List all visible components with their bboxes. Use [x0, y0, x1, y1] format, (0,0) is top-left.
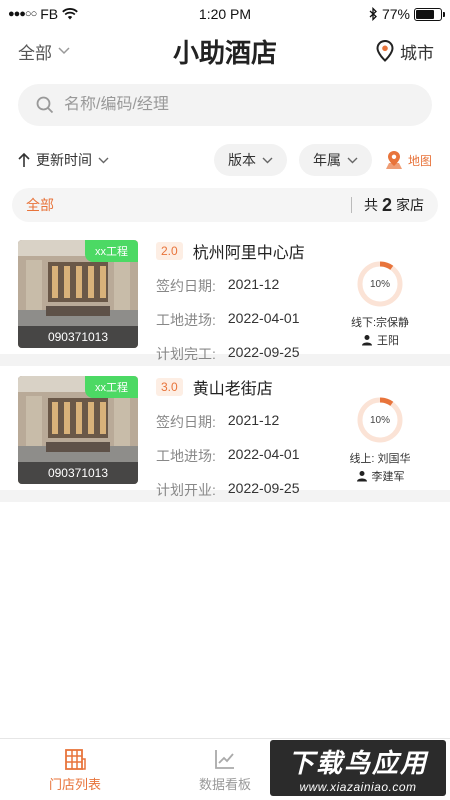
- city-button[interactable]: 城市: [376, 39, 434, 64]
- store-total: 共 2 家店: [350, 194, 424, 216]
- battery-icon: [414, 7, 445, 21]
- site-entry-date: 工地进场: 2022-04-01: [156, 310, 300, 328]
- contract-date: 签约日期: 2021-12: [156, 276, 280, 294]
- chevron-down-icon: [347, 157, 358, 163]
- planned-completion-date: 计划完工: 2022-09-25: [156, 344, 300, 362]
- location-pin-icon: [376, 40, 394, 62]
- manager-line: 线下:宗保静: [350, 317, 410, 329]
- store-name: 杭州阿里中心店: [192, 245, 305, 262]
- progress-block: 10% 线下:宗保静 王阳: [330, 260, 430, 348]
- progress-ring: 10%: [356, 260, 404, 308]
- person-name: 李建军: [371, 471, 405, 483]
- version-badge: 3.0: [156, 378, 183, 396]
- progress-block: 10% 线上: 刘国华 李建军: [330, 396, 430, 484]
- progress-percent: 10%: [369, 278, 390, 290]
- sort-label: 更新时间: [36, 152, 92, 168]
- planned-opening-date: 计划开业: 2022-09-25: [156, 480, 300, 498]
- tab-label: 数据看板: [198, 776, 251, 792]
- store-info: 2.0 杭州阿里中心店 签约日期: 2021-12 工地进场: 2022-04-01…: [156, 240, 326, 362]
- version-label: 版本: [227, 152, 256, 168]
- store-code: 090371013: [18, 462, 138, 484]
- year-filter[interactable]: 年属: [298, 144, 372, 176]
- arrow-up-icon: [18, 152, 30, 167]
- site-entry-date: 工地进场: 2022-04-01: [156, 446, 300, 464]
- store-info: 3.0 黄山老街店 签约日期: 2021-12 工地进场: 2022-04-01 计…: [156, 376, 326, 498]
- chevron-down-icon: [98, 157, 109, 163]
- store-name: 黄山老街店: [192, 381, 273, 398]
- person-name: 王阳: [377, 335, 399, 347]
- person-row: 王阳: [361, 332, 399, 348]
- summary-bar: 全部 共 2 家店: [12, 188, 438, 222]
- store-list: xx工程 090371013 2.0 杭州阿里中心店 签约日期: 2021-12 …: [0, 230, 450, 502]
- filter-dropdown[interactable]: 全部: [18, 39, 70, 64]
- tab-label: 门店列表: [48, 776, 101, 792]
- person-icon: [362, 335, 372, 346]
- store-card[interactable]: xx工程 090371013 3.0 黄山老街店 签约日期: 2021-12 工地…: [0, 366, 450, 498]
- map-button[interactable]: 地图: [384, 150, 432, 170]
- version-badge: 2.0: [156, 242, 183, 260]
- progress-percent: 10%: [369, 414, 390, 426]
- total-count: 2: [381, 194, 392, 215]
- divider: [350, 197, 352, 213]
- chevron-down-icon: [262, 157, 273, 163]
- filter-row: 更新时间 版本 年属 地图: [0, 132, 450, 188]
- person-row: 李建军: [356, 468, 405, 484]
- manager-line: 线上: 刘国华: [349, 453, 411, 465]
- building-icon: [65, 748, 86, 770]
- project-tag: xx工程: [85, 376, 138, 398]
- search-bar[interactable]: [18, 84, 432, 126]
- store-code: 090371013: [18, 326, 138, 348]
- version-filter[interactable]: 版本: [213, 144, 287, 176]
- chart-icon: [215, 749, 234, 769]
- total-suffix: 家店: [396, 197, 424, 213]
- contract-date: 签约日期: 2021-12: [156, 412, 280, 430]
- watermark-title: 下载鸟应用: [287, 747, 428, 778]
- search-input[interactable]: [64, 96, 364, 114]
- map-pin-icon: [385, 151, 402, 169]
- progress-ring: 10%: [356, 396, 404, 444]
- chevron-down-icon: [58, 47, 70, 55]
- store-thumbnail: xx工程 090371013: [18, 376, 138, 484]
- city-label: 城市: [400, 43, 434, 63]
- filter-label: 全部: [18, 43, 52, 63]
- person-icon: [356, 471, 367, 482]
- project-tag: xx工程: [85, 240, 138, 262]
- store-thumbnail: xx工程 090371013: [18, 240, 138, 348]
- year-label: 年属: [312, 152, 341, 168]
- summary-all-tab[interactable]: 全部: [26, 195, 54, 215]
- watermark-url: www.xiazainiao.com: [299, 779, 417, 794]
- total-prefix: 共: [363, 197, 378, 213]
- map-label: 地图: [407, 153, 432, 168]
- tab-store-list[interactable]: 门店列表: [0, 739, 150, 800]
- clock: 1:20 PM: [198, 6, 252, 22]
- store-card[interactable]: xx工程 090371013 2.0 杭州阿里中心店 签约日期: 2021-12 …: [0, 230, 450, 362]
- watermark-logo: 下载鸟应用 www.xiazainiao.com: [270, 740, 446, 796]
- search-icon: [36, 96, 54, 114]
- header: 全部 小助酒店 城市: [0, 28, 450, 74]
- status-bar: ●●●○○ FB 1:20 PM 77%: [0, 0, 450, 28]
- sort-by-update-time[interactable]: 更新时间: [18, 150, 109, 170]
